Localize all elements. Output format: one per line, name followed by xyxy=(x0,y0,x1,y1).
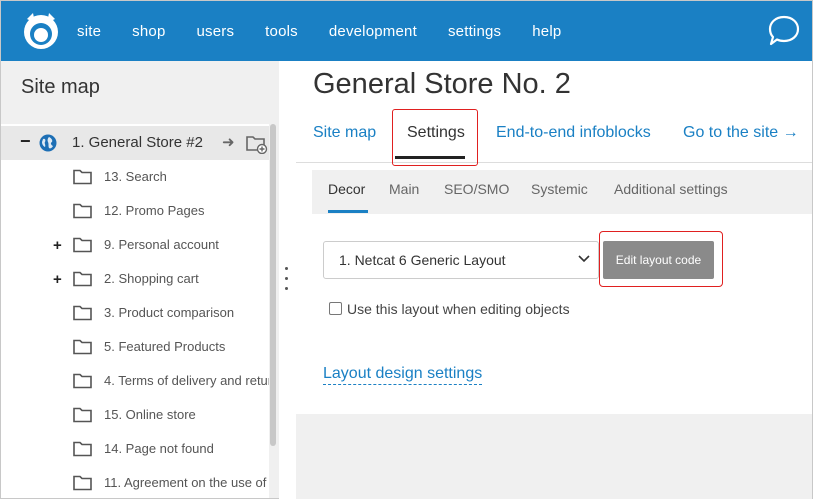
decor-content: 1. Netcat 6 Generic Layout Edit layout c… xyxy=(312,214,812,414)
layout-design-settings-link[interactable]: Layout design settings xyxy=(323,365,483,385)
nav-site[interactable]: site xyxy=(77,23,101,40)
tree-item[interactable]: 5. Featured Products xyxy=(1,330,269,364)
tree-item-label: 5. Featured Products xyxy=(104,339,226,354)
tree-item[interactable]: 15. Online store xyxy=(1,398,269,432)
nav-shop[interactable]: shop xyxy=(132,23,165,40)
page-title: General Store No. 2 xyxy=(313,68,571,100)
tree-item[interactable]: + 9. Personal account xyxy=(1,228,269,262)
folder-icon xyxy=(73,407,92,423)
sidebar: Site map − 1. General Store #2 ➜ 13. Sea… xyxy=(0,61,279,499)
tree-item-label: 12. Promo Pages xyxy=(104,203,205,218)
tree-item[interactable]: 4. Terms of delivery and retur xyxy=(1,364,269,398)
nav-settings[interactable]: settings xyxy=(448,23,501,40)
active-subtab-indicator xyxy=(328,210,368,213)
nav-help[interactable]: help xyxy=(532,23,561,40)
subtab-additional-settings[interactable]: Additional settings xyxy=(614,181,728,197)
content-footer xyxy=(296,414,812,499)
folder-icon xyxy=(73,305,92,321)
tree-item-label: 2. Shopping cart xyxy=(104,271,199,286)
edit-layout-code-button[interactable]: Edit layout code xyxy=(603,241,714,279)
tree-item[interactable]: 12. Promo Pages xyxy=(1,194,269,228)
layout-select-value: 1. Netcat 6 Generic Layout xyxy=(339,252,506,268)
tree-item-label: 4. Terms of delivery and retur xyxy=(104,373,269,388)
main-nav: site shop users tools development settin… xyxy=(77,1,592,62)
tree-item-label: 11. Agreement on the use of xyxy=(104,475,267,490)
tree-item[interactable]: 13. Search xyxy=(1,160,269,194)
subtab-seo-smo[interactable]: SEO/SMO xyxy=(444,181,509,197)
tree-root-label: 1. General Store #2 xyxy=(72,134,203,151)
subtab-decor[interactable]: Decor xyxy=(328,181,365,197)
folder-icon xyxy=(73,203,92,219)
tab-go-to-site[interactable]: Go to the site → xyxy=(683,124,799,142)
nav-users[interactable]: users xyxy=(196,23,234,40)
expand-icon[interactable]: + xyxy=(53,237,62,254)
drag-handle-dot xyxy=(285,267,288,270)
tree-item[interactable]: + 2. Shopping cart xyxy=(1,262,269,296)
collapse-icon[interactable]: − xyxy=(20,131,31,152)
folder-icon xyxy=(73,169,92,185)
tree-item-label: 13. Search xyxy=(104,169,167,184)
settings-tab-highlight xyxy=(392,109,478,166)
edit-objects-checkbox-label: Use this layout when editing objects xyxy=(347,301,570,317)
chat-icon[interactable] xyxy=(767,14,801,48)
tree-item-label: 3. Product comparison xyxy=(104,305,235,320)
drag-handle-dot xyxy=(285,277,288,280)
edit-objects-checkbox[interactable] xyxy=(329,302,342,315)
tree-item[interactable]: 3. Product comparison xyxy=(1,296,269,330)
drag-handle-dot xyxy=(285,287,288,290)
nav-development[interactable]: development xyxy=(329,23,417,40)
folder-icon xyxy=(73,373,92,389)
tree-root-item[interactable]: − 1. General Store #2 ➜ xyxy=(1,126,269,160)
folder-icon xyxy=(73,339,92,355)
settings-subtabs: Decor Main SEO/SMO Systemic Additional s… xyxy=(312,170,812,214)
sidebar-scrollbar[interactable] xyxy=(270,124,276,446)
globe-icon xyxy=(39,134,57,152)
folder-icon xyxy=(73,441,92,457)
add-folder-icon[interactable] xyxy=(246,134,268,154)
chevron-down-icon xyxy=(578,255,590,263)
site-tree: − 1. General Store #2 ➜ 13. Search 12. P… xyxy=(1,124,269,498)
subtab-systemic[interactable]: Systemic xyxy=(531,181,588,197)
tree-item[interactable]: 14. Page not found xyxy=(1,432,269,466)
top-bar: site shop users tools development settin… xyxy=(0,0,813,61)
main-panel: General Store No. 2 Site map Settings En… xyxy=(296,61,813,499)
folder-icon xyxy=(73,237,92,253)
tab-end-to-end-infoblocks[interactable]: End-to-end infoblocks xyxy=(496,124,651,142)
sidebar-title: Site map xyxy=(21,76,100,98)
go-arrow-icon[interactable]: ➜ xyxy=(222,133,235,151)
tree-item-label: 14. Page not found xyxy=(104,441,214,456)
nav-tools[interactable]: tools xyxy=(265,23,298,40)
panel-splitter[interactable] xyxy=(279,61,296,499)
main-tabs: Site map Settings End-to-end infoblocks … xyxy=(296,109,812,166)
folder-icon xyxy=(73,271,92,287)
tree-item[interactable]: 11. Agreement on the use of xyxy=(1,466,269,498)
layout-select[interactable]: 1. Netcat 6 Generic Layout xyxy=(323,241,599,279)
expand-icon[interactable]: + xyxy=(53,271,62,288)
tab-site-map[interactable]: Site map xyxy=(313,124,376,142)
tree-item-label: 9. Personal account xyxy=(104,237,219,252)
tree-item-label: 15. Online store xyxy=(104,407,196,422)
subtab-main[interactable]: Main xyxy=(389,181,419,197)
netcat-logo-icon[interactable] xyxy=(21,11,61,51)
folder-icon xyxy=(73,475,92,491)
